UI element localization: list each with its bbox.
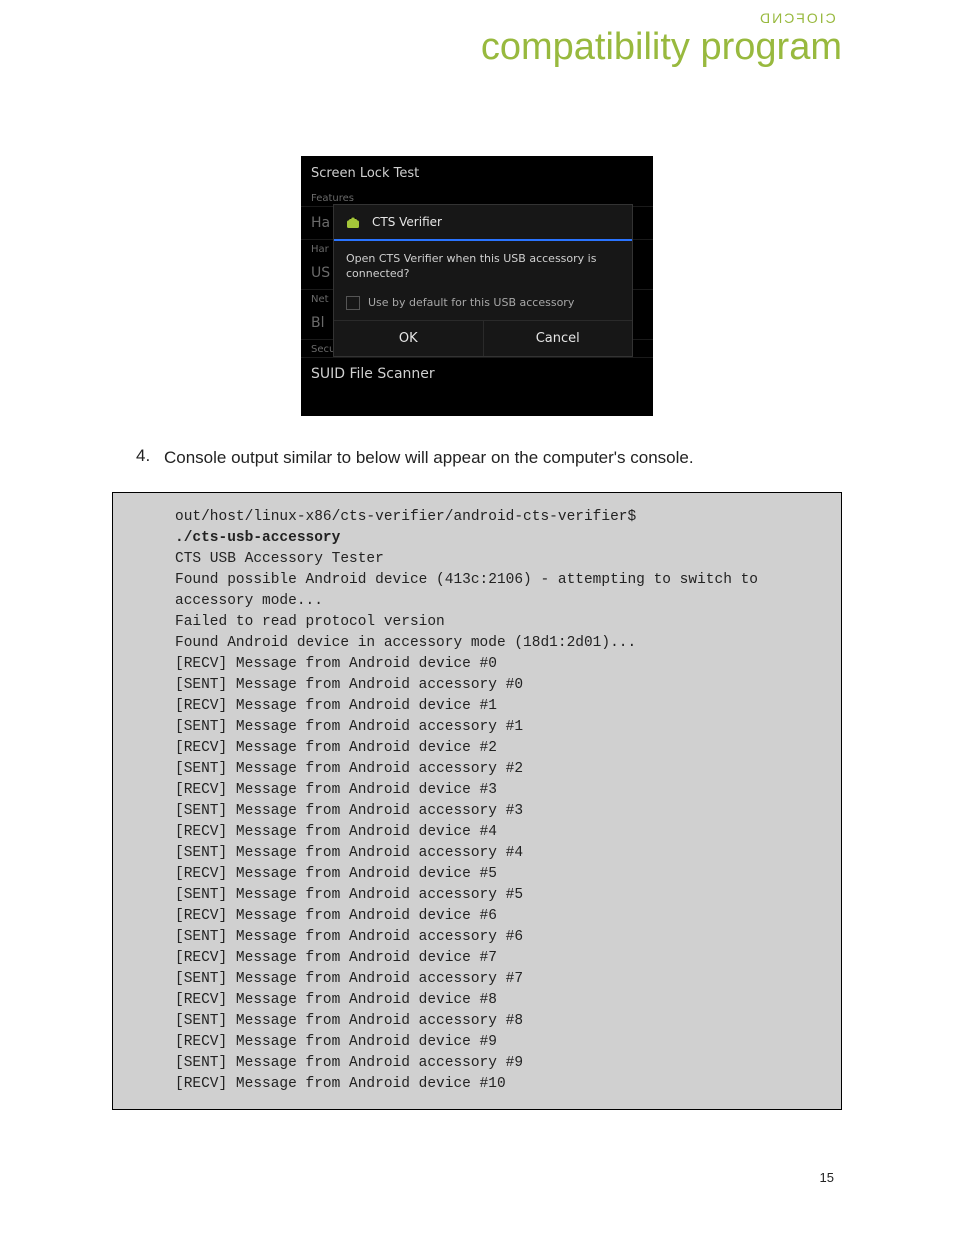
checkbox-icon[interactable]	[346, 296, 360, 310]
usb-dialog: CTS Verifier Open CTS Verifier when this…	[333, 204, 633, 357]
phone-screenshot: Screen Lock Test Features Ha Har US Net …	[301, 156, 653, 416]
console-prompt: out/host/linux-x86/cts-verifier/android-…	[175, 509, 645, 525]
brand-small: CIOFCND	[758, 10, 836, 26]
android-icon	[344, 213, 362, 231]
step-text: Console output similar to below will app…	[164, 446, 842, 470]
list-row-suid: SUID File Scanner	[301, 358, 653, 390]
console-body: CTS USB Accessory Tester Found possible …	[175, 551, 758, 1092]
page-header: CIOFCND compatibility program	[112, 10, 842, 66]
step-number: 4.	[136, 446, 164, 466]
phone-title: Screen Lock Test	[301, 156, 653, 189]
step-4: 4. Console output similar to below will …	[136, 446, 842, 470]
dialog-body: Open CTS Verifier when this USB accessor…	[334, 241, 632, 292]
dialog-checkbox-row[interactable]: Use by default for this USB accessory	[334, 292, 632, 320]
ok-button[interactable]: OK	[334, 321, 483, 356]
dialog-header: CTS Verifier	[334, 205, 632, 241]
brand-big: compatibility program	[112, 28, 842, 66]
page-number: 15	[820, 1170, 834, 1185]
dialog-title: CTS Verifier	[372, 215, 442, 229]
console-command: ./cts-usb-accessory	[175, 530, 340, 546]
checkbox-label: Use by default for this USB accessory	[368, 296, 574, 309]
cancel-button[interactable]: Cancel	[483, 321, 633, 356]
console-output: out/host/linux-x86/cts-verifier/android-…	[112, 492, 842, 1110]
